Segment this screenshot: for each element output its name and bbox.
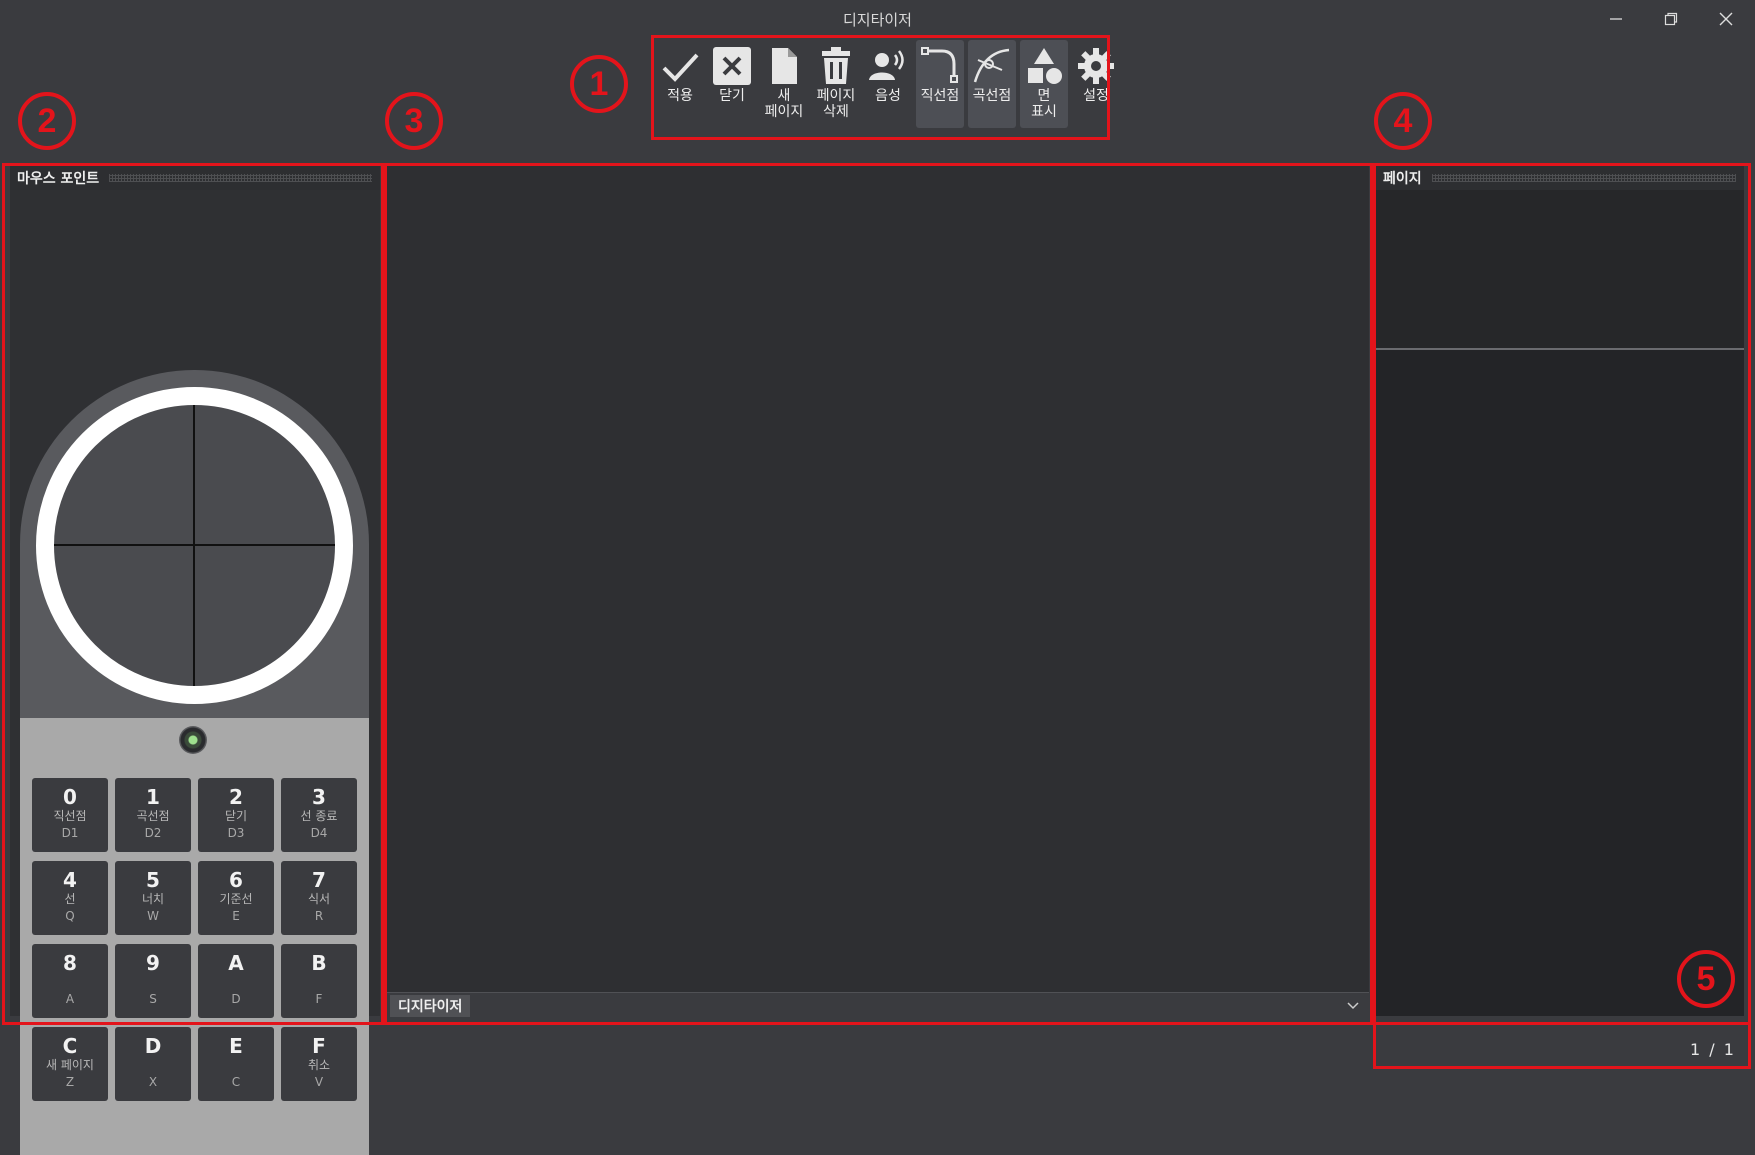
close-icon xyxy=(1719,12,1733,26)
key-function: 취소 xyxy=(307,1058,331,1072)
annotation-badge-4: 4 xyxy=(1374,92,1432,150)
key-label: C xyxy=(62,1034,78,1058)
keypad-key[interactable]: C새 페이지 Z xyxy=(32,1027,108,1101)
key-shortcut: X xyxy=(148,1075,158,1089)
annotation-box-left-panel xyxy=(2,163,384,1025)
key-label: F xyxy=(312,1034,326,1058)
key-shortcut: Z xyxy=(65,1075,75,1089)
key-shortcut: V xyxy=(314,1075,324,1089)
annotation-badge-2: 2 xyxy=(18,92,76,150)
window-title: 디지타이저 xyxy=(842,11,912,29)
annotation-box-page-panel xyxy=(1373,163,1751,1025)
minimize-button[interactable] xyxy=(1592,4,1640,34)
close-window-button[interactable] xyxy=(1702,4,1750,34)
annotation-badge-1: 1 xyxy=(570,55,628,113)
key-function: 새 페이지 xyxy=(46,1058,94,1072)
key-label: E xyxy=(229,1034,243,1058)
key-label: D xyxy=(144,1034,162,1058)
annotation-box-toolbar xyxy=(651,35,1110,140)
minimize-icon xyxy=(1610,18,1622,20)
annotation-badge-5: 5 xyxy=(1677,950,1735,1008)
keypad-key[interactable]: DX xyxy=(115,1027,191,1101)
key-shortcut: C xyxy=(231,1075,241,1089)
restore-icon xyxy=(1664,12,1678,26)
keypad-key[interactable]: EC xyxy=(198,1027,274,1101)
annotation-box-canvas xyxy=(384,163,1373,1025)
annotation-box-status xyxy=(1373,1022,1751,1069)
annotation-badge-3: 3 xyxy=(385,92,443,150)
restore-button[interactable] xyxy=(1647,4,1695,34)
keypad-key[interactable]: F 취소 V xyxy=(281,1027,357,1101)
